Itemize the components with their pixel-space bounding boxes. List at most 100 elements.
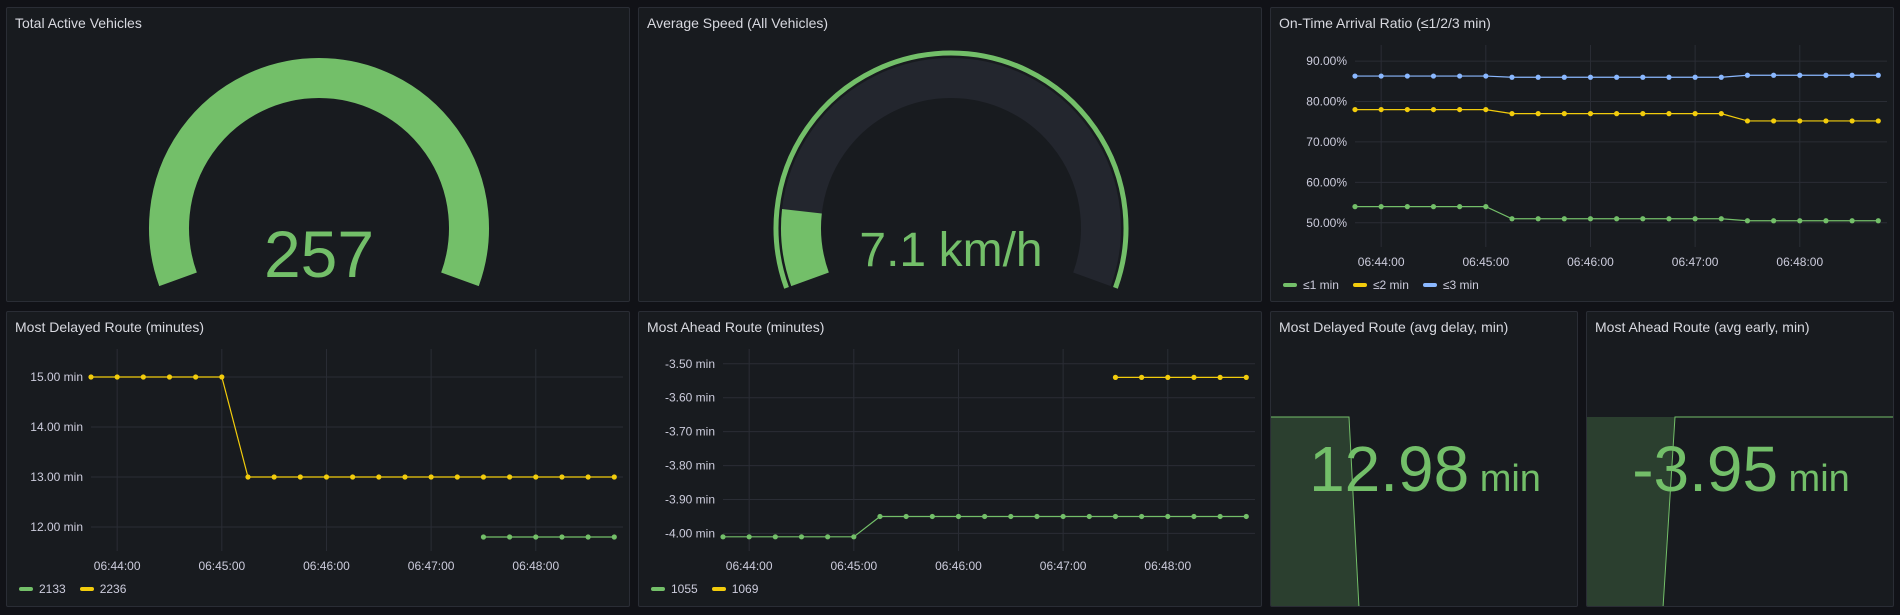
legend-item[interactable]: 1055 <box>651 582 698 596</box>
panel-delayed-stat[interactable]: Most Delayed Route (avg delay, min) 12.9… <box>1270 311 1578 607</box>
data-point <box>1165 513 1171 520</box>
legend-swatch <box>19 587 33 591</box>
y-tick-label: 70.00% <box>1306 135 1347 149</box>
y-tick-label: 50.00% <box>1306 216 1347 230</box>
legend-label: 2133 <box>39 582 66 596</box>
data-point <box>798 534 805 540</box>
data-point <box>982 513 988 520</box>
data-point <box>1483 73 1489 79</box>
chart-ahead-route: -4.00 min -3.90 min -3.80 min -3.70 min -3.6… <box>665 349 1255 573</box>
data-point <box>219 374 225 380</box>
y-tick-label: 80.00% <box>1306 95 1347 109</box>
legend-item[interactable]: ≤3 min <box>1422 278 1479 292</box>
y-tick-label: -4.00 min <box>665 526 715 540</box>
legend-item[interactable]: ≤1 min <box>1283 278 1339 292</box>
data-point <box>1404 204 1410 210</box>
y-tick-label: 15.00 min <box>30 370 83 384</box>
legend-swatch <box>1422 283 1437 287</box>
data-point <box>1509 74 1515 80</box>
data-point <box>1561 74 1567 80</box>
data-point <box>1535 74 1541 80</box>
data-point <box>929 513 935 520</box>
data-point <box>1535 216 1541 222</box>
data-point <box>611 474 617 480</box>
data-point <box>271 474 277 480</box>
data-point <box>1191 374 1197 380</box>
data-point <box>480 474 487 480</box>
legend-item[interactable]: ≤2 min <box>1352 278 1409 292</box>
panel-average-speed[interactable]: Average Speed (All Vehicles) 7.1 km/h <box>638 7 1262 302</box>
data-point <box>1718 111 1724 117</box>
data-point <box>480 534 487 540</box>
panel-ahead-stat[interactable]: Most Ahead Route (avg early, min) -3.95 … <box>1586 311 1894 607</box>
x-tick-label: 06:48:00 <box>1776 255 1823 269</box>
data-point <box>1243 513 1249 520</box>
legend-swatch <box>1352 283 1367 287</box>
legend-item[interactable]: 2133 <box>19 582 66 596</box>
panel-on-time-arrival[interactable]: On-Time Arrival Ratio (≤1/2/3 min) 50.00… <box>1270 7 1894 302</box>
data-point <box>1352 204 1358 210</box>
data-point <box>140 374 146 380</box>
data-point <box>1509 111 1515 117</box>
data-point <box>1139 513 1145 520</box>
data-point <box>955 513 962 520</box>
data-point <box>585 474 591 480</box>
y-tick-label: -3.60 min <box>665 391 715 405</box>
data-point <box>1771 72 1777 78</box>
y-tick-label: 90.00% <box>1306 54 1347 68</box>
data-point <box>533 534 539 540</box>
data-point <box>1875 72 1881 78</box>
data-point <box>1744 218 1751 224</box>
panel-most-delayed-route[interactable]: Most Delayed Route (minutes) 12.00 min 13… <box>6 311 630 607</box>
data-point <box>1797 218 1803 224</box>
panel-total-active-vehicles[interactable]: Total Active Vehicles 257 <box>6 7 630 302</box>
legend-label: 1055 <box>671 582 698 596</box>
data-point <box>428 474 434 480</box>
x-tick-label: 06:47:00 <box>1672 255 1719 269</box>
legend-label: 1069 <box>731 582 759 596</box>
data-point <box>559 534 565 540</box>
x-tick-label: 06:47:00 <box>1040 559 1087 573</box>
x-tick-label: 06:45:00 <box>830 559 877 573</box>
data-point <box>1640 111 1646 117</box>
data-point <box>1008 513 1014 520</box>
panel-most-ahead-route[interactable]: Most Ahead Route (minutes) -4.00 min -3.9… <box>638 311 1262 607</box>
y-tick-label: -3.90 min <box>665 493 715 507</box>
data-point <box>1243 374 1249 380</box>
data-point <box>1823 118 1829 124</box>
data-point <box>1666 74 1672 80</box>
chart-legend: 1055 1069 <box>651 582 758 596</box>
data-point <box>1086 513 1092 520</box>
data-point <box>1217 374 1223 380</box>
data-point <box>1666 216 1672 222</box>
y-tick-label: -3.50 min <box>665 357 715 371</box>
stat-value: 12.98 min <box>1309 433 1541 505</box>
x-tick-label: 06:45:00 <box>1462 255 1509 269</box>
data-point <box>1875 218 1881 224</box>
legend-label: ≤1 min <box>1303 278 1339 292</box>
data-point <box>166 374 173 380</box>
data-point <box>1692 216 1698 222</box>
data-point <box>1535 111 1541 117</box>
data-point <box>746 534 752 540</box>
x-tick-label: 06:47:00 <box>408 559 455 573</box>
data-point <box>1457 106 1463 113</box>
legend-item[interactable]: 1069 <box>711 582 759 596</box>
data-point <box>1692 111 1698 117</box>
stat-value: -3.95 min <box>1632 433 1850 505</box>
data-point <box>1771 118 1777 124</box>
data-point <box>1430 73 1437 79</box>
x-tick-label: 06:44:00 <box>1358 255 1405 269</box>
data-point <box>1587 216 1594 222</box>
data-point <box>1587 111 1594 117</box>
data-point <box>1352 73 1358 79</box>
legend-swatch <box>1283 283 1297 287</box>
data-point <box>1849 72 1855 78</box>
data-point <box>533 474 539 480</box>
data-point <box>611 534 617 540</box>
data-point <box>1378 73 1384 79</box>
data-point <box>1849 118 1855 124</box>
data-point <box>1823 218 1829 224</box>
data-point <box>323 474 330 480</box>
legend-item[interactable]: 2236 <box>79 582 126 596</box>
